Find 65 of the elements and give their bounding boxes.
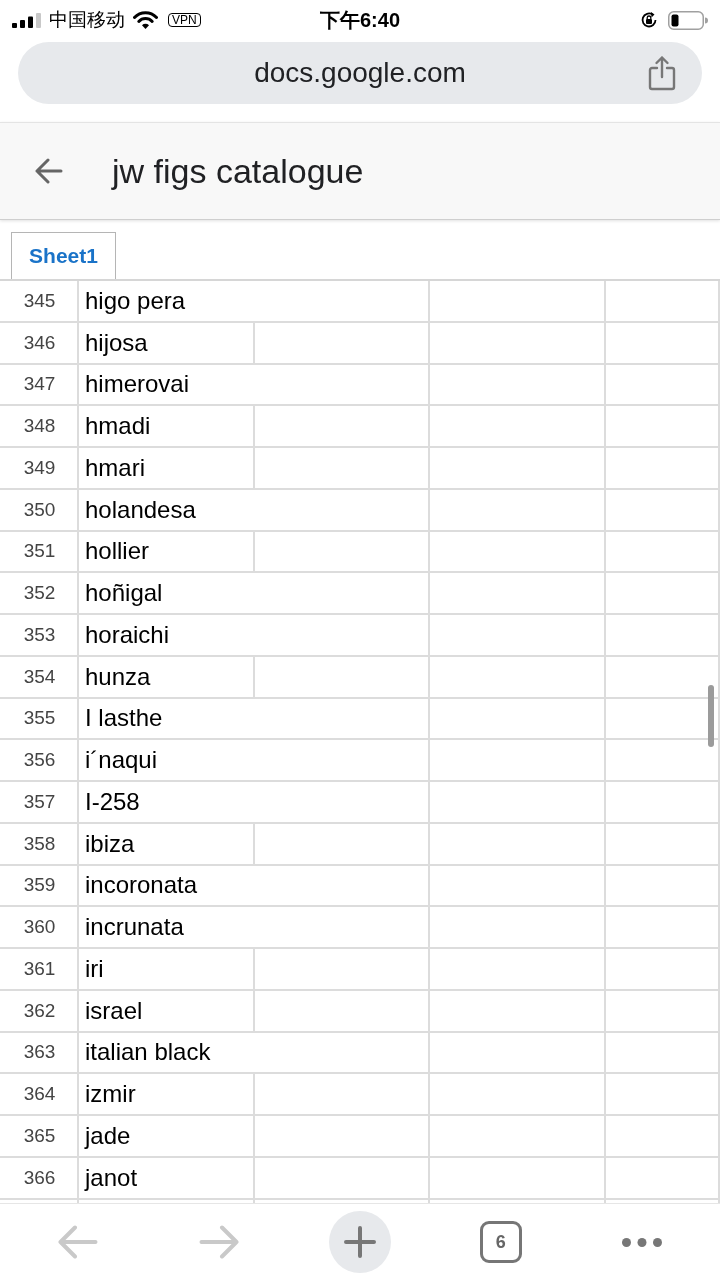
arrow-right-icon xyxy=(199,1225,240,1259)
more-icon xyxy=(621,1237,662,1247)
row-number: 345 xyxy=(0,281,79,323)
share-button[interactable] xyxy=(648,55,676,91)
row-number: 346 xyxy=(0,322,79,365)
status-time: 下午6:40 xyxy=(320,8,400,32)
share-icon xyxy=(648,55,676,91)
table-cell: higo pera xyxy=(79,281,430,323)
scrollbar-thumb[interactable] xyxy=(708,685,714,747)
row-number: 364 xyxy=(0,1074,79,1116)
table-cell: incoronata xyxy=(79,865,430,908)
row-number: 358 xyxy=(0,823,79,866)
table-cell: I-258 xyxy=(79,782,430,824)
row-number: 357 xyxy=(0,782,79,824)
rotation-lock-icon xyxy=(640,11,658,29)
row-number: 349 xyxy=(0,448,79,490)
table-cell: horaichi xyxy=(79,615,430,657)
table-cell: hoñigal xyxy=(79,573,430,615)
table-cell: italian black xyxy=(79,1032,430,1075)
table-cell: himerovai xyxy=(79,364,430,407)
row-number: 347 xyxy=(0,364,79,407)
row-number: 353 xyxy=(0,615,79,657)
signal-icon xyxy=(12,12,41,28)
table-cell: I lasthe xyxy=(79,698,430,741)
table-cell: incrunata xyxy=(79,907,430,949)
row-number: 356 xyxy=(0,740,79,782)
url-text: docs.google.com xyxy=(254,57,466,89)
table-cell: hollier xyxy=(79,531,255,574)
row-number: 361 xyxy=(0,949,79,991)
row-number: 363 xyxy=(0,1032,79,1075)
row-number: 355 xyxy=(0,698,79,741)
table-cell: israel xyxy=(79,990,255,1033)
row-number: 365 xyxy=(0,1116,79,1158)
table-cell: hijosa xyxy=(79,322,255,365)
sheet-tab[interactable]: Sheet1 xyxy=(11,232,116,279)
table-cell: hmari xyxy=(79,448,255,490)
row-number: 366 xyxy=(0,1157,79,1200)
table-cell: iri xyxy=(79,949,255,991)
row-number: 354 xyxy=(0,656,79,699)
battery-icon xyxy=(668,10,708,30)
table-cell: hunza xyxy=(79,656,255,699)
table-cell: izmir xyxy=(79,1074,255,1116)
row-number: 350 xyxy=(0,489,79,532)
carrier-name: 中国移动 xyxy=(49,9,125,31)
row-number: 362 xyxy=(0,990,79,1033)
row-number: 352 xyxy=(0,573,79,615)
table-cell: janot xyxy=(79,1157,255,1200)
row-number: 351 xyxy=(0,531,79,574)
row-number: 360 xyxy=(0,907,79,949)
wifi-icon xyxy=(133,11,158,29)
vpn-badge: VPN xyxy=(168,13,201,27)
address-bar[interactable]: docs.google.com xyxy=(18,42,702,104)
tab-switcher-button[interactable]: 6 xyxy=(479,1221,522,1263)
table-cell: i´naqui xyxy=(79,740,430,782)
table-cell: hmadi xyxy=(79,406,255,448)
table-cell: jade xyxy=(79,1116,255,1158)
document-title: jw figs catalogue xyxy=(112,151,364,191)
row-number: 359 xyxy=(0,865,79,908)
table-cell: holandesa xyxy=(79,489,430,532)
plus-icon xyxy=(344,1226,376,1258)
table-cell: ibiza xyxy=(79,823,255,866)
arrow-left-icon xyxy=(35,158,63,184)
arrow-left-icon xyxy=(58,1225,99,1259)
back-button[interactable] xyxy=(35,158,63,184)
row-number: 348 xyxy=(0,406,79,448)
